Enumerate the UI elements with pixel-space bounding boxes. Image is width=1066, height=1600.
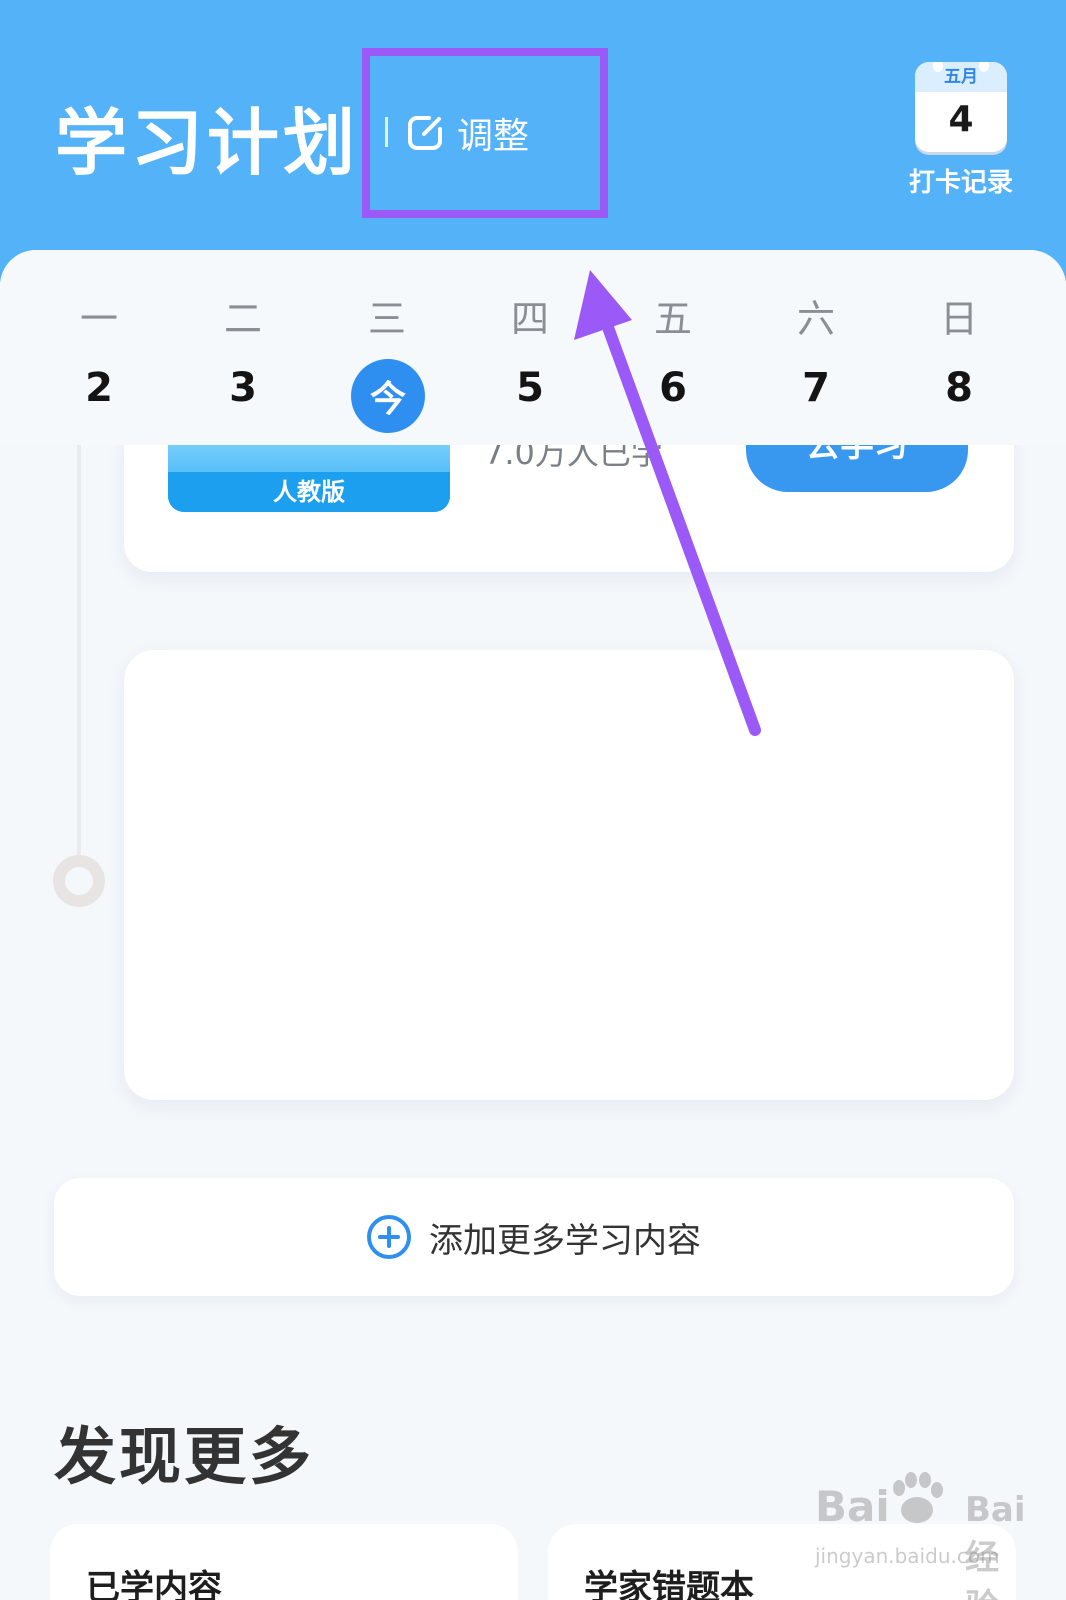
add-more-label: 添加更多学习内容	[429, 1220, 701, 1261]
weekday-wed: 三	[367, 297, 406, 341]
weekday-sat: 六	[796, 297, 835, 341]
timeline-dot	[53, 855, 105, 907]
checkin-record-button[interactable]: 五月 4 打卡记录	[906, 62, 1016, 199]
calendar-icon: 五月 4	[915, 62, 1007, 152]
discover-more-heading: 发现更多	[54, 1420, 315, 1493]
watermark-url: jingyan.baidu.com	[815, 1544, 1000, 1568]
date-item[interactable]: 8	[909, 365, 1009, 411]
add-more-content-button[interactable]: 添加更多学习内容	[54, 1178, 1014, 1296]
date-item[interactable]: 3	[193, 365, 293, 411]
date-item[interactable]: 2	[49, 365, 149, 411]
paw-icon	[893, 1472, 943, 1523]
discover-card-title: 学家错题本	[584, 1568, 754, 1600]
weekday-sun: 日	[939, 297, 978, 341]
weekday-tue: 二	[223, 297, 262, 341]
calendar-day: 4	[948, 99, 974, 140]
page-title: 学习计划	[55, 101, 360, 185]
date-today[interactable]: 今	[351, 359, 425, 433]
checkin-label: 打卡记录	[908, 168, 1013, 198]
weekday-mon: 一	[79, 297, 118, 341]
week-strip: 一 二 三 四 五 六 日 2 3 今 5 6 7 8	[0, 250, 1066, 445]
calendar-ring	[933, 62, 943, 72]
watermark-logo: Bai	[815, 1482, 890, 1531]
calendar-month: 五月	[915, 62, 1007, 92]
annotation-highlight-box	[362, 48, 608, 218]
timeline-line	[77, 445, 81, 855]
discover-card-learned[interactable]: 已学内容	[50, 1524, 518, 1600]
discover-card-title: 已学内容	[86, 1568, 222, 1600]
calendar-ring	[979, 62, 989, 72]
annotation-arrow-icon	[574, 270, 761, 736]
baidu-watermark: Bai Bai经验 jingyan.baidu.com	[815, 1472, 1026, 1600]
date-item[interactable]: 7	[766, 365, 866, 411]
book-edition-label: 人教版	[168, 472, 450, 512]
plus-circle-icon	[367, 1215, 411, 1259]
